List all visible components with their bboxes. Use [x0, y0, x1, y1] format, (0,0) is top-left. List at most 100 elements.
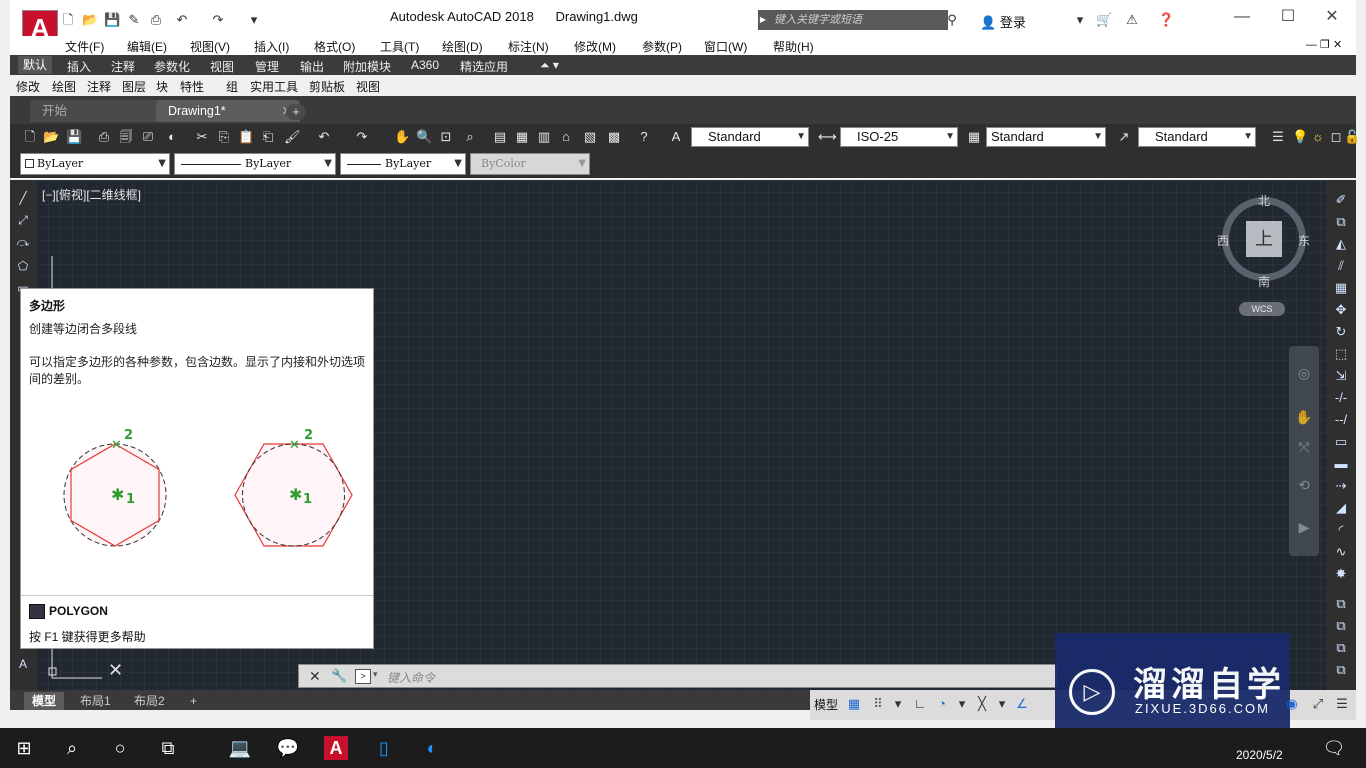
cut-icon[interactable]: ✂	[194, 129, 210, 145]
ortho-icon[interactable]: ∟	[912, 696, 928, 712]
ribbon-tab-addins[interactable]: 附加模块	[343, 58, 391, 75]
autocad-taskbar-icon[interactable]: A	[324, 736, 348, 760]
menu-dimension[interactable]: 标注(N)	[508, 38, 549, 55]
ribbon-tab-insert[interactable]: 插入	[67, 58, 91, 75]
join-icon[interactable]: ⇢	[1332, 478, 1350, 494]
panel-clipboard[interactable]: 剪贴板	[309, 78, 345, 95]
break-at-point-icon[interactable]: ▭	[1332, 434, 1350, 450]
tab-layout1[interactable]: 布局1	[72, 692, 119, 710]
mirror-icon[interactable]: ◭	[1332, 236, 1350, 252]
cortana-icon[interactable]: ○	[108, 736, 132, 760]
ribbon-tab-parametric[interactable]: 参数化	[154, 58, 190, 75]
redo-icon[interactable]: ↷	[210, 12, 226, 28]
trim-icon[interactable]: -/-	[1332, 390, 1350, 406]
fillet-icon[interactable]: ◜	[1332, 522, 1350, 538]
tab-layout2[interactable]: 布局2	[126, 692, 173, 710]
dim-style-select[interactable]: ISO-25 ▼	[840, 127, 958, 147]
blend-curves-icon[interactable]: ∿	[1332, 544, 1350, 560]
grid-icon[interactable]: ▦	[846, 696, 862, 712]
table-style-select[interactable]: Standard ▼	[986, 127, 1106, 147]
menu-tools[interactable]: 工具(T)	[380, 38, 419, 55]
match-properties-icon[interactable]: 🖌	[284, 129, 301, 145]
pan-icon[interactable]: ✋	[1295, 408, 1313, 426]
chamfer-icon[interactable]: ◢	[1332, 500, 1350, 516]
open-icon[interactable]: 📂	[43, 129, 59, 145]
hardware-acceleration-icon[interactable]: ◉	[1284, 696, 1300, 712]
command-input[interactable]: 键入命令	[387, 669, 435, 686]
binoculars-icon[interactable]: ⚲	[944, 12, 960, 28]
zoom-extents-icon[interactable]: ⤧	[1295, 438, 1313, 456]
ribbon-tab-output[interactable]: 输出	[300, 58, 324, 75]
paste-icon[interactable]: 📋	[238, 129, 254, 145]
add-layout-button[interactable]: +	[182, 692, 205, 710]
compass-north[interactable]: 北	[1258, 192, 1270, 209]
menu-draw[interactable]: 绘图(D)	[442, 38, 483, 55]
customization-menu-icon[interactable]: ☰	[1334, 696, 1350, 712]
extend-icon[interactable]: --/	[1332, 412, 1350, 428]
chevron-down-icon[interactable]: ▾	[890, 696, 906, 712]
break-icon[interactable]: ▬	[1332, 456, 1350, 472]
showmotion-icon[interactable]: ▶	[1295, 518, 1313, 536]
publish-icon[interactable]: ⎚	[140, 129, 156, 145]
notifications-icon[interactable]: 🗨	[1322, 736, 1346, 760]
compass-west[interactable]: 西	[1217, 232, 1229, 249]
design-center-icon[interactable]: ▦	[514, 129, 530, 145]
maximize-button[interactable]: ☐	[1268, 4, 1308, 30]
ribbon-tab-annotate[interactable]: 注释	[111, 58, 135, 75]
cart-icon[interactable]: 🛒	[1096, 12, 1112, 28]
compass-south[interactable]: 南	[1258, 273, 1270, 290]
text-icon[interactable]: A	[15, 656, 31, 672]
isodraft-icon[interactable]: ╳	[974, 696, 990, 712]
copy-object-icon[interactable]: ⧉	[1332, 214, 1350, 230]
model-space-button[interactable]: 模型	[814, 696, 838, 713]
polyline-icon[interactable]: ⤼	[15, 234, 31, 250]
viewport-controls[interactable]: [−][俯视][二维线框]	[42, 186, 141, 203]
new-icon[interactable]: 🗋	[22, 129, 38, 145]
panel-modify[interactable]: 修改	[16, 78, 40, 95]
array-icon[interactable]: ▦	[1332, 280, 1350, 296]
ribbon-tab-a360[interactable]: A360	[411, 58, 439, 72]
login-dropdown-icon[interactable]: ▾	[1072, 12, 1088, 28]
save-icon[interactable]: 💾	[104, 12, 120, 28]
open-file-icon[interactable]: 📂	[82, 12, 98, 28]
explode-icon[interactable]: ✸	[1332, 566, 1350, 582]
menu-file[interactable]: 文件(F)	[65, 38, 104, 55]
recent-commands-icon[interactable]: >	[355, 669, 371, 684]
object-snap-tracking-icon[interactable]: ∠	[1014, 696, 1030, 712]
chevron-down-icon[interactable]: ▾	[954, 696, 970, 712]
layer-on-icon[interactable]: 💡	[1292, 129, 1308, 145]
menu-window[interactable]: 窗口(W)	[704, 38, 747, 55]
layer-color-icon[interactable]: ◻	[1328, 129, 1344, 145]
help-icon[interactable]: ❓	[1158, 12, 1174, 28]
save-icon[interactable]: 💾	[66, 129, 82, 145]
help-icon[interactable]: ?	[636, 129, 652, 145]
table-style-icon[interactable]: ▦	[966, 129, 982, 145]
mleader-style-select[interactable]: Standard ▼	[1138, 127, 1256, 147]
markup-icon[interactable]: ▧	[582, 129, 598, 145]
zoom-realtime-icon[interactable]: 🔍	[416, 129, 432, 145]
windows-start-icon[interactable]: ⊞	[12, 736, 36, 760]
tab-drawing1[interactable]: Drawing1*✕	[156, 100, 300, 122]
a360-icon[interactable]: ⚠	[1124, 12, 1140, 28]
tool-palettes-icon[interactable]: ▥	[536, 129, 552, 145]
panel-properties[interactable]: 特性	[180, 78, 204, 95]
menu-help[interactable]: 帮助(H)	[773, 38, 814, 55]
new-file-icon[interactable]: 🗋	[60, 12, 76, 28]
rotate-icon[interactable]: ↻	[1332, 324, 1350, 340]
customize-quick-access-icon[interactable]: ▾	[246, 12, 262, 28]
color-control-select[interactable]: ByLayer ▼	[20, 153, 170, 175]
orbit-icon[interactable]: ⟲	[1295, 476, 1313, 494]
paste-special-icon[interactable]: ⎗	[260, 129, 276, 145]
tab-model[interactable]: 模型	[24, 692, 65, 710]
text-style-icon[interactable]: A	[668, 129, 684, 145]
menu-modify[interactable]: 修改(M)	[574, 38, 616, 55]
draworder-icon[interactable]: ⧉	[1332, 596, 1350, 612]
menu-insert[interactable]: 插入(I)	[254, 38, 289, 55]
task-view-icon[interactable]: ⧉	[156, 736, 180, 760]
login-button[interactable]: 👤 登录	[980, 12, 1026, 31]
minimize-button[interactable]: —	[1222, 4, 1262, 30]
chevron-down-icon[interactable]: ▾	[994, 696, 1010, 712]
ribbon-tab-manage[interactable]: 管理	[255, 58, 279, 75]
zoom-window-icon[interactable]: ⊡	[438, 129, 454, 145]
undo-icon[interactable]: ↶	[316, 129, 332, 145]
